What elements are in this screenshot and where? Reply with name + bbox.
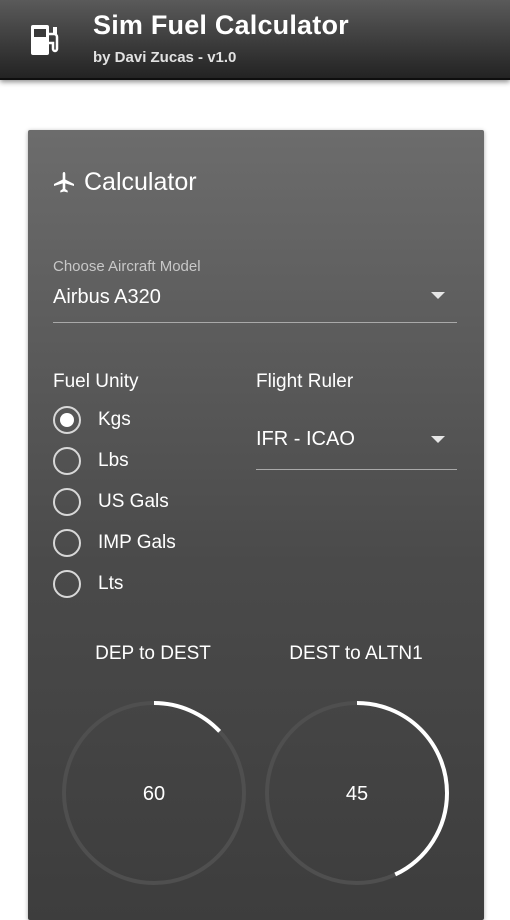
chevron-down-icon	[431, 436, 445, 443]
radio-lbs[interactable]: Lbs	[53, 446, 129, 476]
fuel-unity-label: Fuel Unity	[53, 371, 139, 392]
radio-button[interactable]	[53, 570, 81, 598]
fuel-pump-icon	[31, 25, 59, 55]
radio-lts[interactable]: Lts	[53, 569, 123, 599]
app-title: Sim Fuel Calculator	[93, 10, 349, 40]
dep-to-dest-label: DEP to DEST	[95, 643, 211, 664]
airplane-icon	[54, 172, 74, 193]
flight-ruler-label: Flight Ruler	[256, 371, 354, 392]
card-title: Calculator	[52, 166, 197, 198]
radio-button[interactable]	[53, 447, 81, 475]
app-header: Sim Fuel Calculator by Davi Zucas - v1.0	[0, 0, 510, 80]
radio-button[interactable]	[53, 488, 81, 516]
radio-kgs[interactable]: Kgs	[53, 405, 131, 435]
aircraft-model-underline	[53, 322, 457, 323]
flight-ruler-underline	[256, 469, 457, 470]
aircraft-model-value: Airbus A320	[53, 286, 161, 308]
flight-ruler-select[interactable]: IFR - ICAO	[256, 422, 457, 470]
calculator-card: Calculator Choose Aircraft Model Airbus …	[28, 130, 484, 920]
radio-button[interactable]	[53, 406, 81, 434]
radio-label: Lts	[98, 573, 124, 594]
radio-label: IMP Gals	[98, 532, 176, 553]
aircraft-model-label: Choose Aircraft Model	[53, 258, 201, 275]
card-title-label: Calculator	[84, 167, 197, 196]
app-subtitle: by Davi Zucas - v1.0	[93, 49, 237, 66]
chevron-down-icon	[431, 292, 445, 299]
dep-to-dest-value: 60	[142, 783, 166, 805]
radio-label: Kgs	[98, 409, 131, 430]
flight-ruler-value: IFR - ICAO	[256, 428, 355, 450]
aircraft-model-select[interactable]: Airbus A320	[53, 280, 457, 324]
radio-imp-gals[interactable]: IMP Gals	[53, 528, 176, 558]
dest-to-altn1-value: 45	[345, 783, 369, 805]
radio-label: Lbs	[98, 450, 129, 471]
dest-to-altn1-label: DEST to ALTN1	[289, 643, 423, 664]
radio-button[interactable]	[53, 529, 81, 557]
radio-us-gals[interactable]: US Gals	[53, 487, 169, 517]
radio-label: US Gals	[98, 491, 169, 512]
